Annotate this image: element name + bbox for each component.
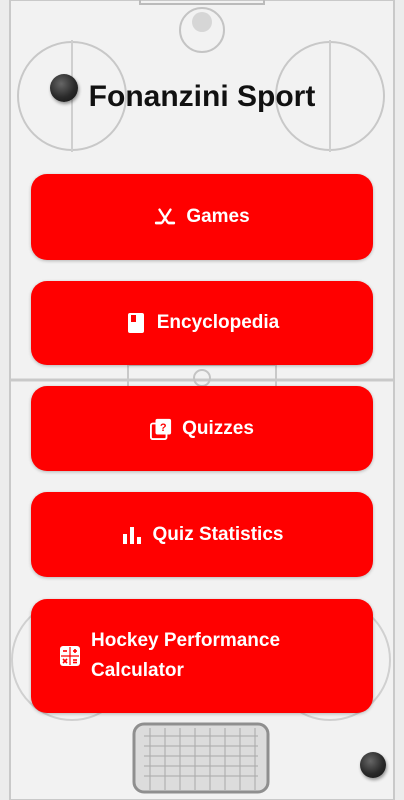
quizzes-button[interactable]: ? Quizzes <box>31 386 373 471</box>
encyclopedia-label: Encyclopedia <box>156 312 280 333</box>
hockey-performance-calculator-label: Hockey Performance Calculator <box>91 626 280 686</box>
hockey-performance-calculator-button[interactable]: Hockey Performance Calculator <box>31 599 373 713</box>
quiz-statistics-button[interactable]: Quiz Statistics <box>31 492 373 577</box>
quiz-icon: ? <box>150 418 172 440</box>
quiz-statistics-label: Quiz Statistics <box>152 523 284 545</box>
encyclopedia-button[interactable]: Encyclopedia <box>31 281 373 365</box>
quizzes-label: Quizzes <box>182 417 254 439</box>
hockey-sticks-icon <box>154 206 176 228</box>
app-title: Fonanzini Sport <box>88 80 316 113</box>
bar-chart-icon <box>121 524 143 546</box>
games-button[interactable]: Games <box>31 174 373 260</box>
calculator-label-line1: Hockey Performance <box>91 630 281 651</box>
svg-text:?: ? <box>160 421 167 433</box>
puck-decoration <box>360 752 386 778</box>
calculator-icon <box>59 645 81 667</box>
calculator-label-line2: Calculator <box>91 660 184 681</box>
book-icon <box>125 312 147 334</box>
games-label: Games <box>186 206 250 227</box>
